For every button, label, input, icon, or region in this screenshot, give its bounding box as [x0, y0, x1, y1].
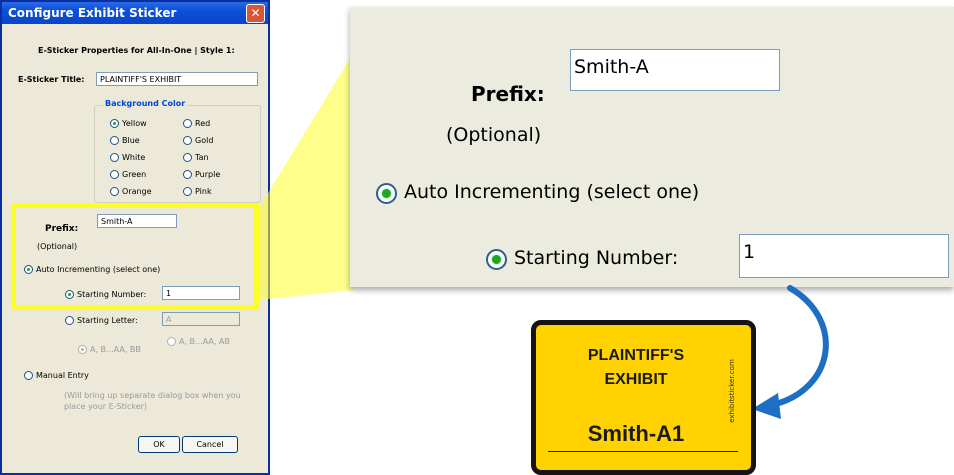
curved-arrow	[752, 285, 829, 419]
sticker-underline	[548, 451, 738, 452]
exhibit-sticker: PLAINTIFF'S EXHIBIT Smith-A1 exhibitstic…	[531, 320, 756, 475]
sticker-line-2: EXHIBIT	[604, 371, 668, 388]
sticker-side-text: exhibitsticker.com	[728, 359, 736, 423]
sticker-number: Smith-A1	[587, 421, 685, 446]
sticker-line-1: PLAINTIFF'S	[587, 347, 685, 364]
